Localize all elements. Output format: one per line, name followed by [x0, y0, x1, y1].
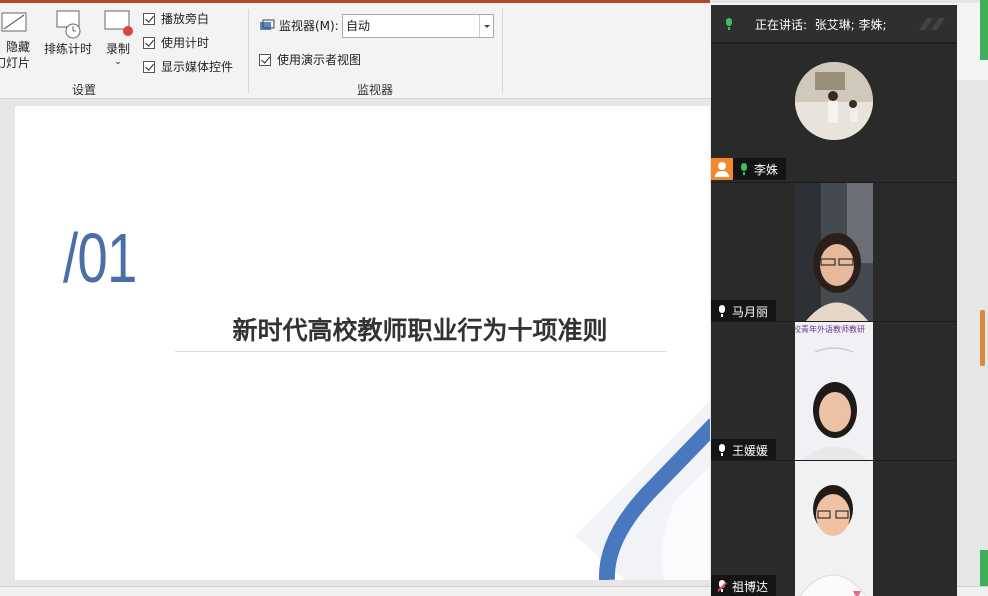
- speaking-header: 正在讲话: 张艾琳; 李姝;: [711, 5, 957, 43]
- participant-name-tag: 马月丽: [711, 300, 777, 321]
- mic-icon: [725, 18, 733, 30]
- side-strip: [980, 0, 988, 60]
- monitor-icon: [259, 19, 275, 33]
- participant-avatar: [795, 62, 873, 140]
- scroll-thumb[interactable]: [980, 310, 985, 366]
- checkbox-checked-icon: [143, 36, 155, 49]
- checkbox-checked-icon: [259, 53, 271, 66]
- participant-name-tag: 李姝: [711, 158, 787, 180]
- signal-icon: [917, 16, 951, 36]
- meeting-video-panel: 正在讲话: 张艾琳; 李姝; 李姝 马月丽 校青年外语教师教研 王媛媛 祖博达: [711, 5, 957, 596]
- side-strip: [980, 550, 988, 586]
- slide-canvas[interactable]: /01 新时代高校教师职业行为十项准则: [15, 106, 710, 580]
- participant-name: 李姝: [754, 162, 779, 177]
- checkbox-checked-icon: [143, 60, 155, 73]
- participant-tile[interactable]: 祖博达: [711, 460, 957, 596]
- mic-icon: [718, 444, 726, 456]
- participant-name-tag: 王媛媛: [711, 439, 777, 460]
- group-divider: [502, 9, 503, 93]
- hide-slide-icon: [0, 9, 28, 35]
- use-timings-label: 使用计时: [161, 36, 210, 50]
- group-divider: [248, 9, 249, 93]
- participant-video: [795, 461, 873, 596]
- show-media-controls-label: 显示媒体控件: [161, 60, 234, 74]
- presenter-view-label: 使用演示者视图: [277, 53, 362, 67]
- mic-icon: [718, 305, 726, 317]
- record-icon: [102, 9, 134, 41]
- rehearse-timings-button[interactable]: 排练计时: [44, 9, 92, 57]
- participant-tile[interactable]: 马月丽: [711, 182, 957, 321]
- monitors-group-label: 监视器: [357, 83, 394, 97]
- participant-name: 王媛媛: [732, 443, 769, 458]
- hide-slide-label: 隐藏: [6, 40, 31, 54]
- user-avatar-icon: [711, 158, 733, 180]
- speaking-label: 正在讲话: 张艾琳; 李姝;: [755, 18, 887, 32]
- participant-video: 校青年外语教师教研: [795, 322, 873, 460]
- participant-tile[interactable]: 李姝: [711, 43, 957, 182]
- slide-decoration-shape: [575, 401, 710, 580]
- use-timings-checkbox[interactable]: 使用计时: [143, 34, 209, 51]
- participant-name: 马月丽: [732, 304, 769, 319]
- monitor-selector: 监视器(M):: [259, 17, 339, 34]
- monitor-label: 监视器(M):: [279, 19, 339, 33]
- presenter-view-checkbox[interactable]: 使用演示者视图: [259, 51, 361, 68]
- dropdown-arrow-icon[interactable]: [479, 15, 493, 37]
- rehearse-timings-label: 排练计时: [44, 42, 93, 56]
- speaking-names: 张艾琳; 李姝;: [814, 18, 887, 32]
- monitor-dropdown[interactable]: 自动: [342, 14, 494, 38]
- vertical-scrollbar[interactable]: [956, 80, 988, 586]
- participant-name: 祖博达: [732, 579, 769, 594]
- participant-video: [795, 183, 873, 321]
- play-narrations-label: 播放旁白: [161, 12, 210, 26]
- mic-icon: [740, 163, 748, 175]
- participant-name-tag: 祖博达: [711, 575, 777, 596]
- record-button[interactable]: 录制 ⌄: [102, 9, 134, 67]
- powerpoint-window: 隐藏 幻灯片 排练计时 录制 ⌄ 播放旁白 使用计时 显示媒体控件 设置 监视器…: [0, 0, 988, 596]
- show-media-controls-checkbox[interactable]: 显示媒体控件: [143, 58, 233, 75]
- mic-muted-icon: [718, 580, 726, 592]
- participant-tile[interactable]: 校青年外语教师教研 王媛媛: [711, 321, 957, 460]
- setup-group-label: 设置: [72, 83, 97, 97]
- record-label: 录制: [105, 42, 130, 56]
- record-dropdown-icon[interactable]: ⌄: [114, 57, 122, 67]
- hide-slide-button[interactable]: 隐藏 幻灯片: [0, 9, 30, 71]
- hide-slide-label-2: 幻灯片: [0, 56, 31, 70]
- checkbox-checked-icon: [143, 12, 155, 25]
- rehearse-timer-icon: [51, 9, 85, 41]
- monitor-dropdown-value: 自动: [346, 19, 371, 33]
- play-narrations-checkbox[interactable]: 播放旁白: [143, 10, 209, 27]
